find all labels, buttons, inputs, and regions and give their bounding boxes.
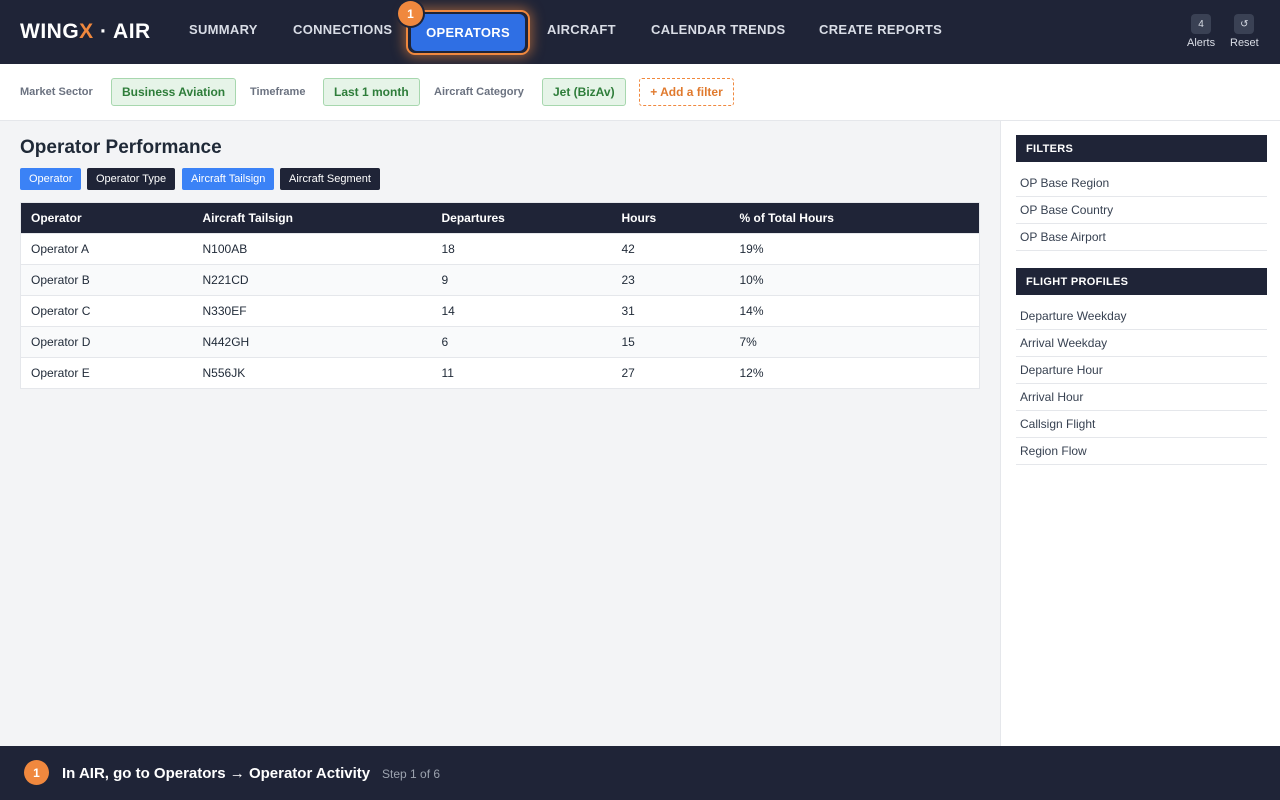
filter-label-timeframe: Timeframe: [250, 86, 306, 98]
cell-departures: 9: [431, 264, 612, 296]
nav-summary[interactable]: SUMMARY: [189, 22, 258, 37]
sidebar-item-op-base-country[interactable]: OP Base Country: [1016, 197, 1267, 224]
sidebar-item-op-base-airport[interactable]: OP Base Airport: [1016, 224, 1267, 251]
cell-departures: 18: [431, 233, 612, 265]
logo-text-accent: X: [79, 20, 94, 43]
nav-calendar-trends[interactable]: CALENDAR TRENDS: [651, 22, 786, 37]
cell-operator: Operator C: [20, 295, 193, 327]
nav-create-reports[interactable]: CREATE REPORTS: [819, 22, 942, 37]
tab-aircraft-tailsign[interactable]: Aircraft Tailsign: [182, 168, 275, 190]
filter-label-market-sector: Market Sector: [20, 86, 93, 98]
step-badge: 1: [398, 1, 423, 26]
filters-heading: FILTERS: [1016, 135, 1267, 162]
sidebar-item-region-flow[interactable]: Region Flow: [1016, 438, 1267, 465]
col-pct-total-hours[interactable]: % of Total Hours: [729, 202, 980, 234]
cell-departures: 14: [431, 295, 612, 327]
cell-pct-hours: 12%: [729, 357, 980, 389]
nav-operators[interactable]: OPERATORS: [411, 14, 525, 51]
filter-chip-timeframe[interactable]: Last 1 month: [323, 78, 420, 106]
cell-hours: 15: [611, 326, 730, 358]
table-row[interactable]: Operator A N100AB 18 42 19%: [20, 233, 980, 265]
tab-operator[interactable]: Operator: [20, 168, 82, 190]
cell-tailsign: N330EF: [192, 295, 432, 327]
guide-title: In AIR, go to Operators → Operator Activ…: [62, 765, 371, 782]
sidebar-item-arrival-weekday[interactable]: Arrival Weekday: [1016, 330, 1267, 357]
logo-text-left: WING: [20, 20, 80, 43]
logo[interactable]: WINGX · AIR: [20, 20, 151, 44]
tab-aircraft-segment[interactable]: Aircraft Segment: [280, 168, 380, 190]
reset-icon: ↺: [1234, 14, 1255, 34]
alerts-count-icon: 4: [1191, 14, 1212, 34]
tab-operator-type[interactable]: Operator Type: [87, 168, 176, 190]
cell-pct-hours: 14%: [729, 295, 980, 327]
table-row[interactable]: Operator B N221CD 9 23 10%: [20, 264, 980, 296]
reset-button[interactable]: ↺ Reset: [1230, 14, 1259, 49]
table-row[interactable]: Operator E N556JK 11 27 12%: [20, 357, 980, 389]
cell-pct-hours: 10%: [729, 264, 980, 296]
alerts-label: Alerts: [1187, 37, 1216, 49]
cell-departures: 11: [431, 357, 612, 389]
col-operator[interactable]: Operator: [20, 202, 193, 234]
operator-table: Operator Aircraft Tailsign Departures Ho…: [20, 202, 980, 389]
filter-bar: Market Sector Business Aviation Timefram…: [0, 64, 1280, 121]
guide-step-counter: Step 1 of 6: [382, 767, 441, 781]
alerts-button[interactable]: 4 Alerts: [1187, 14, 1215, 49]
cell-pct-hours: 7%: [729, 326, 980, 358]
cell-operator: Operator B: [20, 264, 193, 296]
logo-text-right: · AIR: [93, 20, 151, 43]
col-hours[interactable]: Hours: [611, 202, 730, 234]
table-header-row: Operator Aircraft Tailsign Departures Ho…: [20, 202, 980, 234]
cell-departures: 6: [431, 326, 612, 358]
guide-step-badge: 1: [24, 760, 49, 785]
filter-chip-market-sector[interactable]: Business Aviation: [111, 78, 237, 106]
table-row[interactable]: Operator D N442GH 6 15 7%: [20, 326, 980, 358]
cell-hours: 42: [611, 233, 730, 265]
nav-connections[interactable]: CONNECTIONS: [293, 22, 392, 37]
cell-operator: Operator D: [20, 326, 193, 358]
cell-hours: 31: [611, 295, 730, 327]
cell-operator: Operator A: [20, 233, 193, 265]
cell-hours: 27: [611, 357, 730, 389]
cell-hours: 23: [611, 264, 730, 296]
col-departures[interactable]: Departures: [431, 202, 612, 234]
sidebar-item-departure-hour[interactable]: Departure Hour: [1016, 357, 1267, 384]
right-panel: FILTERS OP Base Region OP Base Country O…: [1000, 121, 1280, 746]
cell-tailsign: N442GH: [192, 326, 432, 358]
reset-label: Reset: [1230, 37, 1259, 49]
page-title: Operator Performance: [20, 137, 222, 158]
table-row[interactable]: Operator C N330EF 14 31 14%: [20, 295, 980, 327]
col-aircraft-tailsign[interactable]: Aircraft Tailsign: [192, 202, 432, 234]
cell-tailsign: N221CD: [192, 264, 432, 296]
cell-pct-hours: 19%: [729, 233, 980, 265]
sidebar-item-op-base-region[interactable]: OP Base Region: [1016, 170, 1267, 197]
cell-tailsign: N556JK: [192, 357, 432, 389]
filter-label-aircraft-category: Aircraft Category: [434, 86, 524, 98]
cell-operator: Operator E: [20, 357, 193, 389]
guide-bar: 1 In AIR, go to Operators → Operator Act…: [0, 746, 1280, 800]
sidebar-item-departure-weekday[interactable]: Departure Weekday: [1016, 303, 1267, 330]
cell-tailsign: N100AB: [192, 233, 432, 265]
flight-profiles-heading: FLIGHT PROFILES: [1016, 268, 1267, 295]
sidebar-item-callsign-flight[interactable]: Callsign Flight: [1016, 411, 1267, 438]
top-nav: WINGX · AIR SUMMARY CONNECTIONS OPERATOR…: [0, 0, 1280, 64]
add-filter-button[interactable]: + Add a filter: [639, 78, 734, 106]
filter-chip-aircraft-category[interactable]: Jet (BizAv): [542, 78, 626, 106]
sidebar-item-arrival-hour[interactable]: Arrival Hour: [1016, 384, 1267, 411]
nav-aircraft[interactable]: AIRCRAFT: [547, 22, 616, 37]
